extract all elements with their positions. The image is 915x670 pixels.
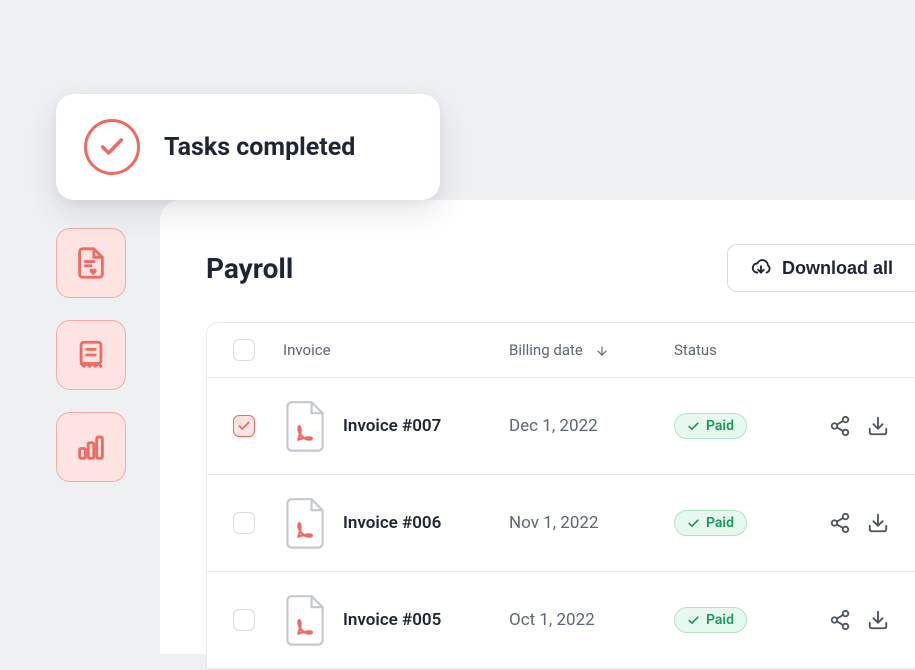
arrow-down-icon (595, 344, 609, 358)
panel-title: Payroll (206, 252, 293, 285)
cloud-download-icon (750, 257, 772, 279)
share-icon[interactable] (829, 415, 851, 437)
download-all-button[interactable]: Download all (727, 244, 915, 292)
download-icon[interactable] (867, 512, 889, 534)
billing-date: Oct 1, 2022 (509, 610, 595, 630)
share-icon[interactable] (829, 609, 851, 631)
table-row: Invoice #005 Oct 1, 2022 Paid (207, 572, 915, 669)
table-row: Invoice #006 Nov 1, 2022 Paid (207, 475, 915, 572)
sidebar-item-analytics[interactable] (56, 412, 126, 482)
download-icon[interactable] (867, 609, 889, 631)
status-badge: Paid (674, 413, 747, 439)
status-badge: Paid (674, 607, 747, 633)
table-row: Invoice #007 Dec 1, 2022 Paid (207, 378, 915, 475)
invoices-table: Invoice Billing date Status Invoice #007 (206, 322, 915, 670)
sidebar-item-receipts[interactable] (56, 320, 126, 390)
pdf-file-icon (283, 497, 327, 549)
table-header: Invoice Billing date Status (207, 323, 915, 378)
share-icon[interactable] (829, 512, 851, 534)
select-all-checkbox[interactable] (233, 339, 255, 361)
download-all-label: Download all (782, 258, 893, 279)
checkmark-circle-icon (84, 119, 140, 175)
toast-message: Tasks completed (164, 133, 355, 162)
bar-chart-icon (74, 430, 108, 464)
row-checkbox[interactable] (233, 609, 255, 631)
pdf-file-icon (283, 400, 327, 452)
invoice-name: Invoice #005 (343, 610, 441, 630)
document-heart-icon (74, 246, 108, 280)
row-checkbox[interactable] (233, 415, 255, 437)
column-header-billing-date[interactable]: Billing date (509, 341, 674, 359)
panel-header: Payroll Download all (160, 200, 915, 292)
billing-date: Nov 1, 2022 (509, 513, 598, 533)
download-icon[interactable] (867, 415, 889, 437)
status-badge: Paid (674, 510, 747, 536)
billing-date: Dec 1, 2022 (509, 416, 598, 436)
invoice-name: Invoice #007 (343, 416, 441, 436)
column-header-status[interactable]: Status (674, 341, 717, 359)
column-header-invoice[interactable]: Invoice (283, 341, 331, 359)
pdf-file-icon (283, 594, 327, 646)
sidebar (56, 228, 126, 482)
sidebar-item-documents[interactable] (56, 228, 126, 298)
main-panel: Payroll Download all Invoice Billing dat… (160, 200, 915, 654)
receipt-icon (74, 338, 108, 372)
row-checkbox[interactable] (233, 512, 255, 534)
invoice-name: Invoice #006 (343, 513, 441, 533)
toast-notification: Tasks completed (56, 94, 440, 200)
